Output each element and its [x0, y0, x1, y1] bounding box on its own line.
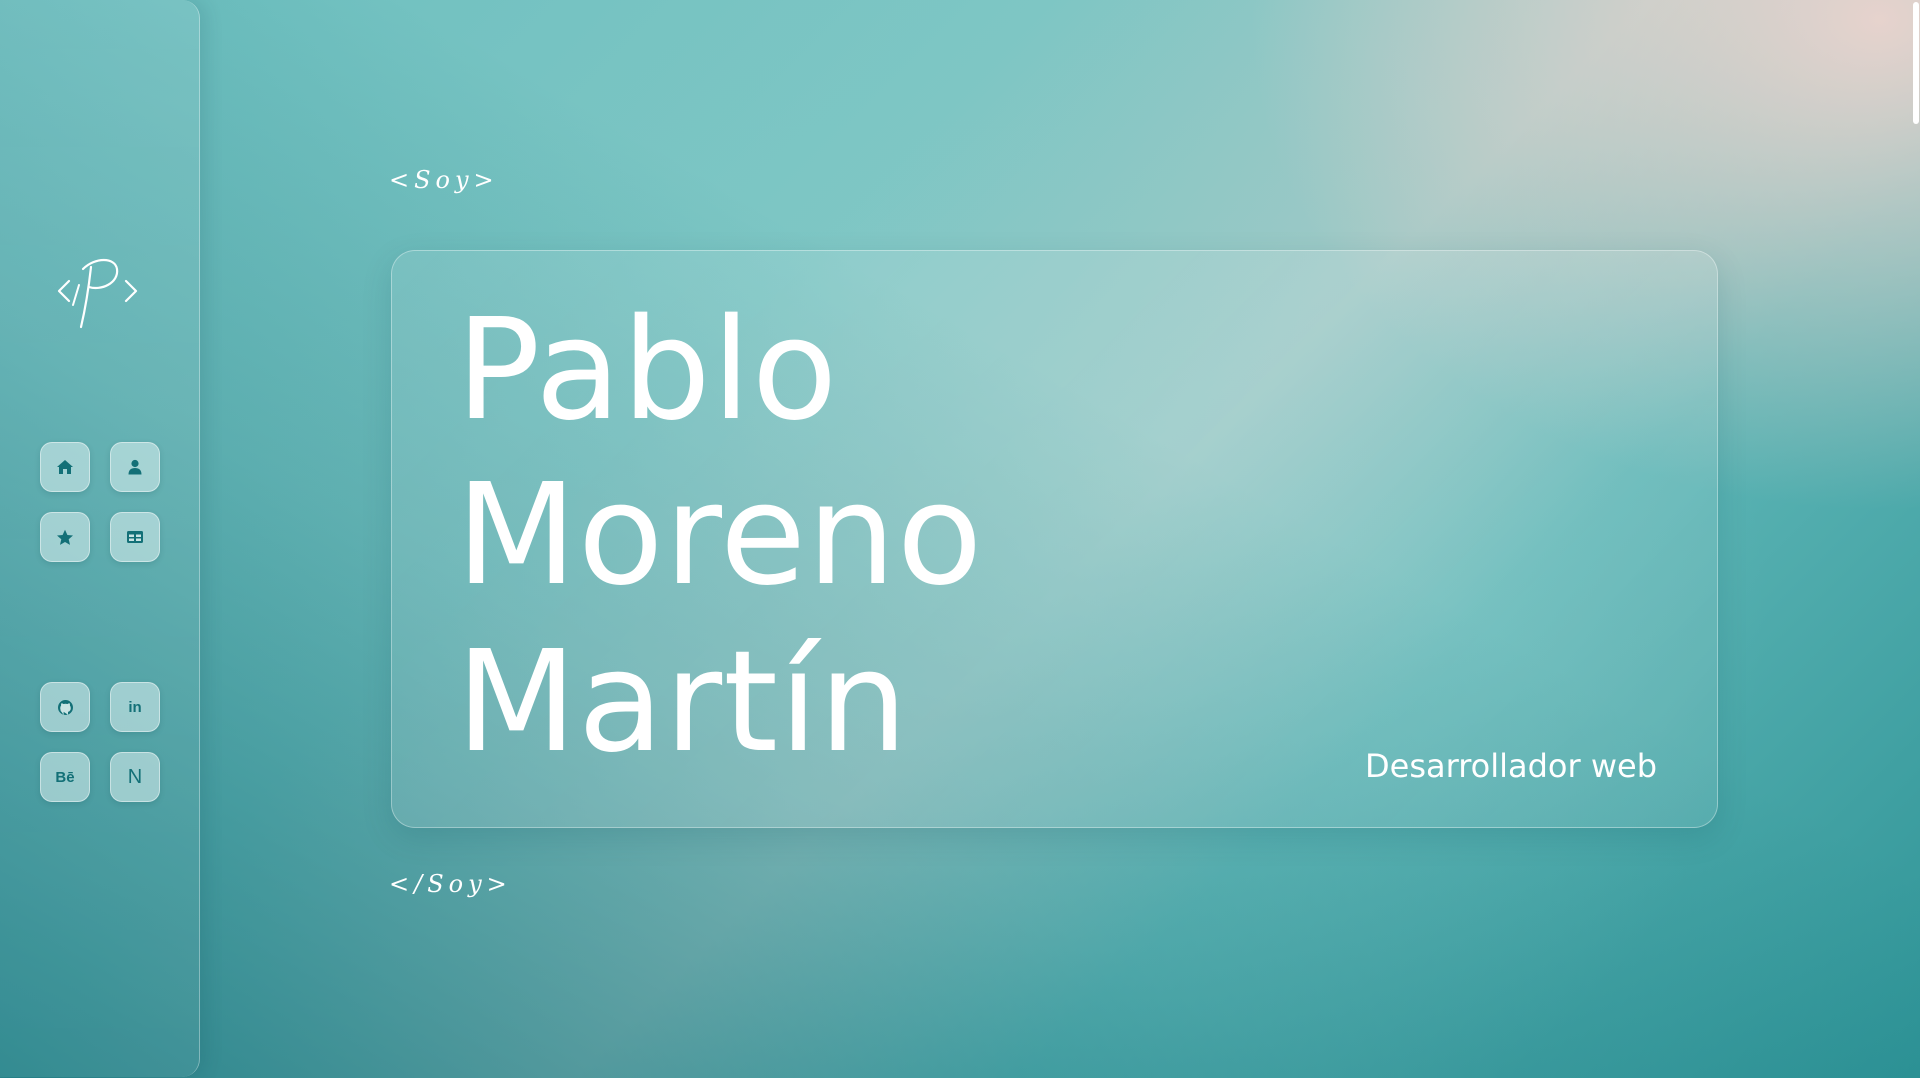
name-last: Martín [456, 621, 909, 784]
scrollbar[interactable] [1911, 0, 1920, 1078]
name-first: Pablo [456, 289, 839, 452]
nav-menu [40, 442, 160, 562]
nav-home-button[interactable] [40, 442, 90, 492]
notion-link[interactable]: N [110, 752, 160, 802]
social-links: in Bē N [40, 682, 160, 802]
star-icon [57, 529, 73, 545]
nav-about-button[interactable] [110, 442, 160, 492]
sidebar: in Bē N [0, 0, 200, 1077]
behance-icon: Bē [55, 768, 75, 786]
nav-projects-button[interactable] [110, 512, 160, 562]
close-tag: </Soy> [389, 870, 512, 898]
github-link[interactable] [40, 682, 90, 732]
github-icon [57, 699, 73, 715]
user-icon [128, 459, 142, 475]
scrollbar-thumb[interactable] [1913, 2, 1919, 124]
linkedin-icon: in [128, 698, 142, 716]
p-monogram-logo-icon [57, 258, 138, 329]
table-icon [127, 531, 143, 543]
role-subtitle: Desarrollador web [1364, 747, 1657, 785]
behance-link[interactable]: Bē [40, 752, 90, 802]
hero-card: Pablo Moreno Martín Desarrollador web [391, 250, 1718, 828]
nav-skills-button[interactable] [40, 512, 90, 562]
home-icon [57, 460, 73, 474]
linkedin-link[interactable]: in [110, 682, 160, 732]
notion-icon: N [127, 765, 143, 788]
name-middle: Moreno [456, 454, 984, 617]
open-tag: <Soy> [389, 166, 499, 194]
logo[interactable] [55, 255, 140, 335]
